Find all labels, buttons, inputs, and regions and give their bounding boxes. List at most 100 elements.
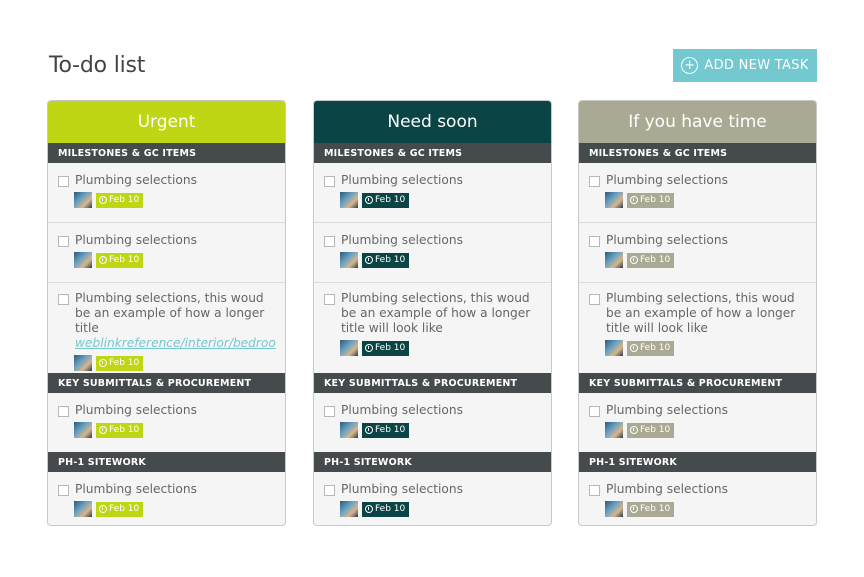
task-item[interactable]: Plumbing selections Feb 10 [314,472,551,525]
avatar[interactable] [605,340,623,356]
task-item[interactable]: Plumbing selections Feb 10 [579,472,816,525]
task-meta: Feb 10 [74,355,275,371]
task-meta: Feb 10 [605,340,806,356]
task-title-row: Plumbing selections [324,173,541,188]
task-checkbox[interactable] [589,294,600,305]
clock-icon [630,344,638,352]
task-meta: Feb 10 [605,192,806,208]
due-date-badge: Feb 10 [96,252,144,268]
due-date-badge: Feb 10 [96,501,144,517]
task-title: Plumbing selections [606,482,728,497]
task-checkbox[interactable] [58,485,69,496]
task-meta: Feb 10 [74,422,275,438]
task-item[interactable]: Plumbing selections Feb 10 [314,223,551,283]
task-title: Plumbing selections [75,482,197,497]
task-item[interactable]: Plumbing selections, this woud be an exa… [314,283,551,373]
task-title: Plumbing selections [75,233,197,248]
task-item[interactable]: Plumbing selections, this woud be an exa… [579,283,816,373]
add-new-task-button[interactable]: + ADD NEW TASK [673,49,817,82]
avatar[interactable] [74,192,92,208]
task-item[interactable]: Plumbing selections, this woud be an exa… [48,283,285,373]
clock-icon [365,344,373,352]
add-new-task-label: ADD NEW TASK [704,58,809,73]
task-checkbox[interactable] [589,236,600,247]
clock-icon [365,196,373,204]
task-checkbox[interactable] [589,485,600,496]
clock-icon [365,256,373,264]
section-header: KEY SUBMITTALS & PROCUREMENT [48,373,285,393]
task-title-text: Plumbing selections [606,482,728,496]
task-title-row: Plumbing selections, this woud be an exa… [324,291,541,336]
task-title-text: Plumbing selections [341,403,463,417]
due-date-text: Feb 10 [109,504,140,514]
due-date-badge: Feb 10 [362,501,410,517]
task-item[interactable]: Plumbing selections Feb 10 [579,223,816,283]
column-header: Need soon [314,101,551,143]
task-checkbox[interactable] [58,176,69,187]
task-meta: Feb 10 [340,340,541,356]
task-title-text: Plumbing selections [606,173,728,187]
avatar[interactable] [605,501,623,517]
task-item[interactable]: Plumbing selections Feb 10 [48,393,285,452]
task-title-text: Plumbing selections, this woud be an exa… [75,291,265,335]
task-checkbox[interactable] [324,406,335,417]
avatar[interactable] [74,501,92,517]
column-need-soon: Need soon MILESTONES & GC ITEMS Plumbing s… [313,100,552,526]
task-item[interactable]: Plumbing selections Feb 10 [314,393,551,452]
task-checkbox[interactable] [58,294,69,305]
due-date-text: Feb 10 [109,425,140,435]
task-title-text: Plumbing selections [341,482,463,496]
avatar[interactable] [605,192,623,208]
avatar[interactable] [340,501,358,517]
task-title-row: Plumbing selections [324,403,541,418]
section-header: KEY SUBMITTALS & PROCUREMENT [314,373,551,393]
task-meta: Feb 10 [74,501,275,517]
task-title-text: Plumbing selections [75,173,197,187]
avatar[interactable] [340,252,358,268]
task-item[interactable]: Plumbing selections Feb 10 [579,393,816,452]
task-checkbox[interactable] [58,406,69,417]
task-meta: Feb 10 [340,192,541,208]
task-title-row: Plumbing selections, this woud be an exa… [58,291,276,351]
avatar[interactable] [74,355,92,371]
task-title-text: Plumbing selections, this woud be an exa… [341,291,531,335]
task-title-text: Plumbing selections [606,403,728,417]
avatar[interactable] [340,422,358,438]
clock-icon [630,196,638,204]
section-header: KEY SUBMITTALS & PROCUREMENT [579,373,816,393]
task-checkbox[interactable] [58,236,69,247]
task-item[interactable]: Plumbing selections Feb 10 [579,163,816,223]
avatar[interactable] [340,340,358,356]
task-title: Plumbing selections [341,233,463,248]
task-checkbox[interactable] [589,176,600,187]
task-meta: Feb 10 [74,192,275,208]
task-title: Plumbing selections, this woud be an exa… [75,291,276,351]
task-checkbox[interactable] [324,485,335,496]
task-item[interactable]: Plumbing selections Feb 10 [314,163,551,223]
due-date-badge: Feb 10 [96,355,144,371]
task-meta: Feb 10 [340,252,541,268]
task-weblink[interactable]: weblinkreference/interior/bedroo [75,336,276,350]
task-title-row: Plumbing selections [589,482,806,497]
avatar[interactable] [605,422,623,438]
task-item[interactable]: Plumbing selections Feb 10 [48,472,285,525]
avatar[interactable] [74,422,92,438]
avatar[interactable] [605,252,623,268]
task-checkbox[interactable] [589,406,600,417]
avatar[interactable] [74,252,92,268]
task-item[interactable]: Plumbing selections Feb 10 [48,223,285,283]
due-date-text: Feb 10 [640,343,671,353]
task-checkbox[interactable] [324,176,335,187]
due-date-badge: Feb 10 [627,252,675,268]
task-item[interactable]: Plumbing selections Feb 10 [48,163,285,223]
avatar[interactable] [340,192,358,208]
page-title: To-do list [49,53,146,78]
plus-circle-icon: + [681,57,699,74]
section-header: MILESTONES & GC ITEMS [579,143,816,163]
due-date-text: Feb 10 [109,195,140,205]
clock-icon [99,505,107,513]
task-checkbox[interactable] [324,294,335,305]
column-header: If you have time [579,101,816,143]
task-title-text: Plumbing selections [341,173,463,187]
task-checkbox[interactable] [324,236,335,247]
